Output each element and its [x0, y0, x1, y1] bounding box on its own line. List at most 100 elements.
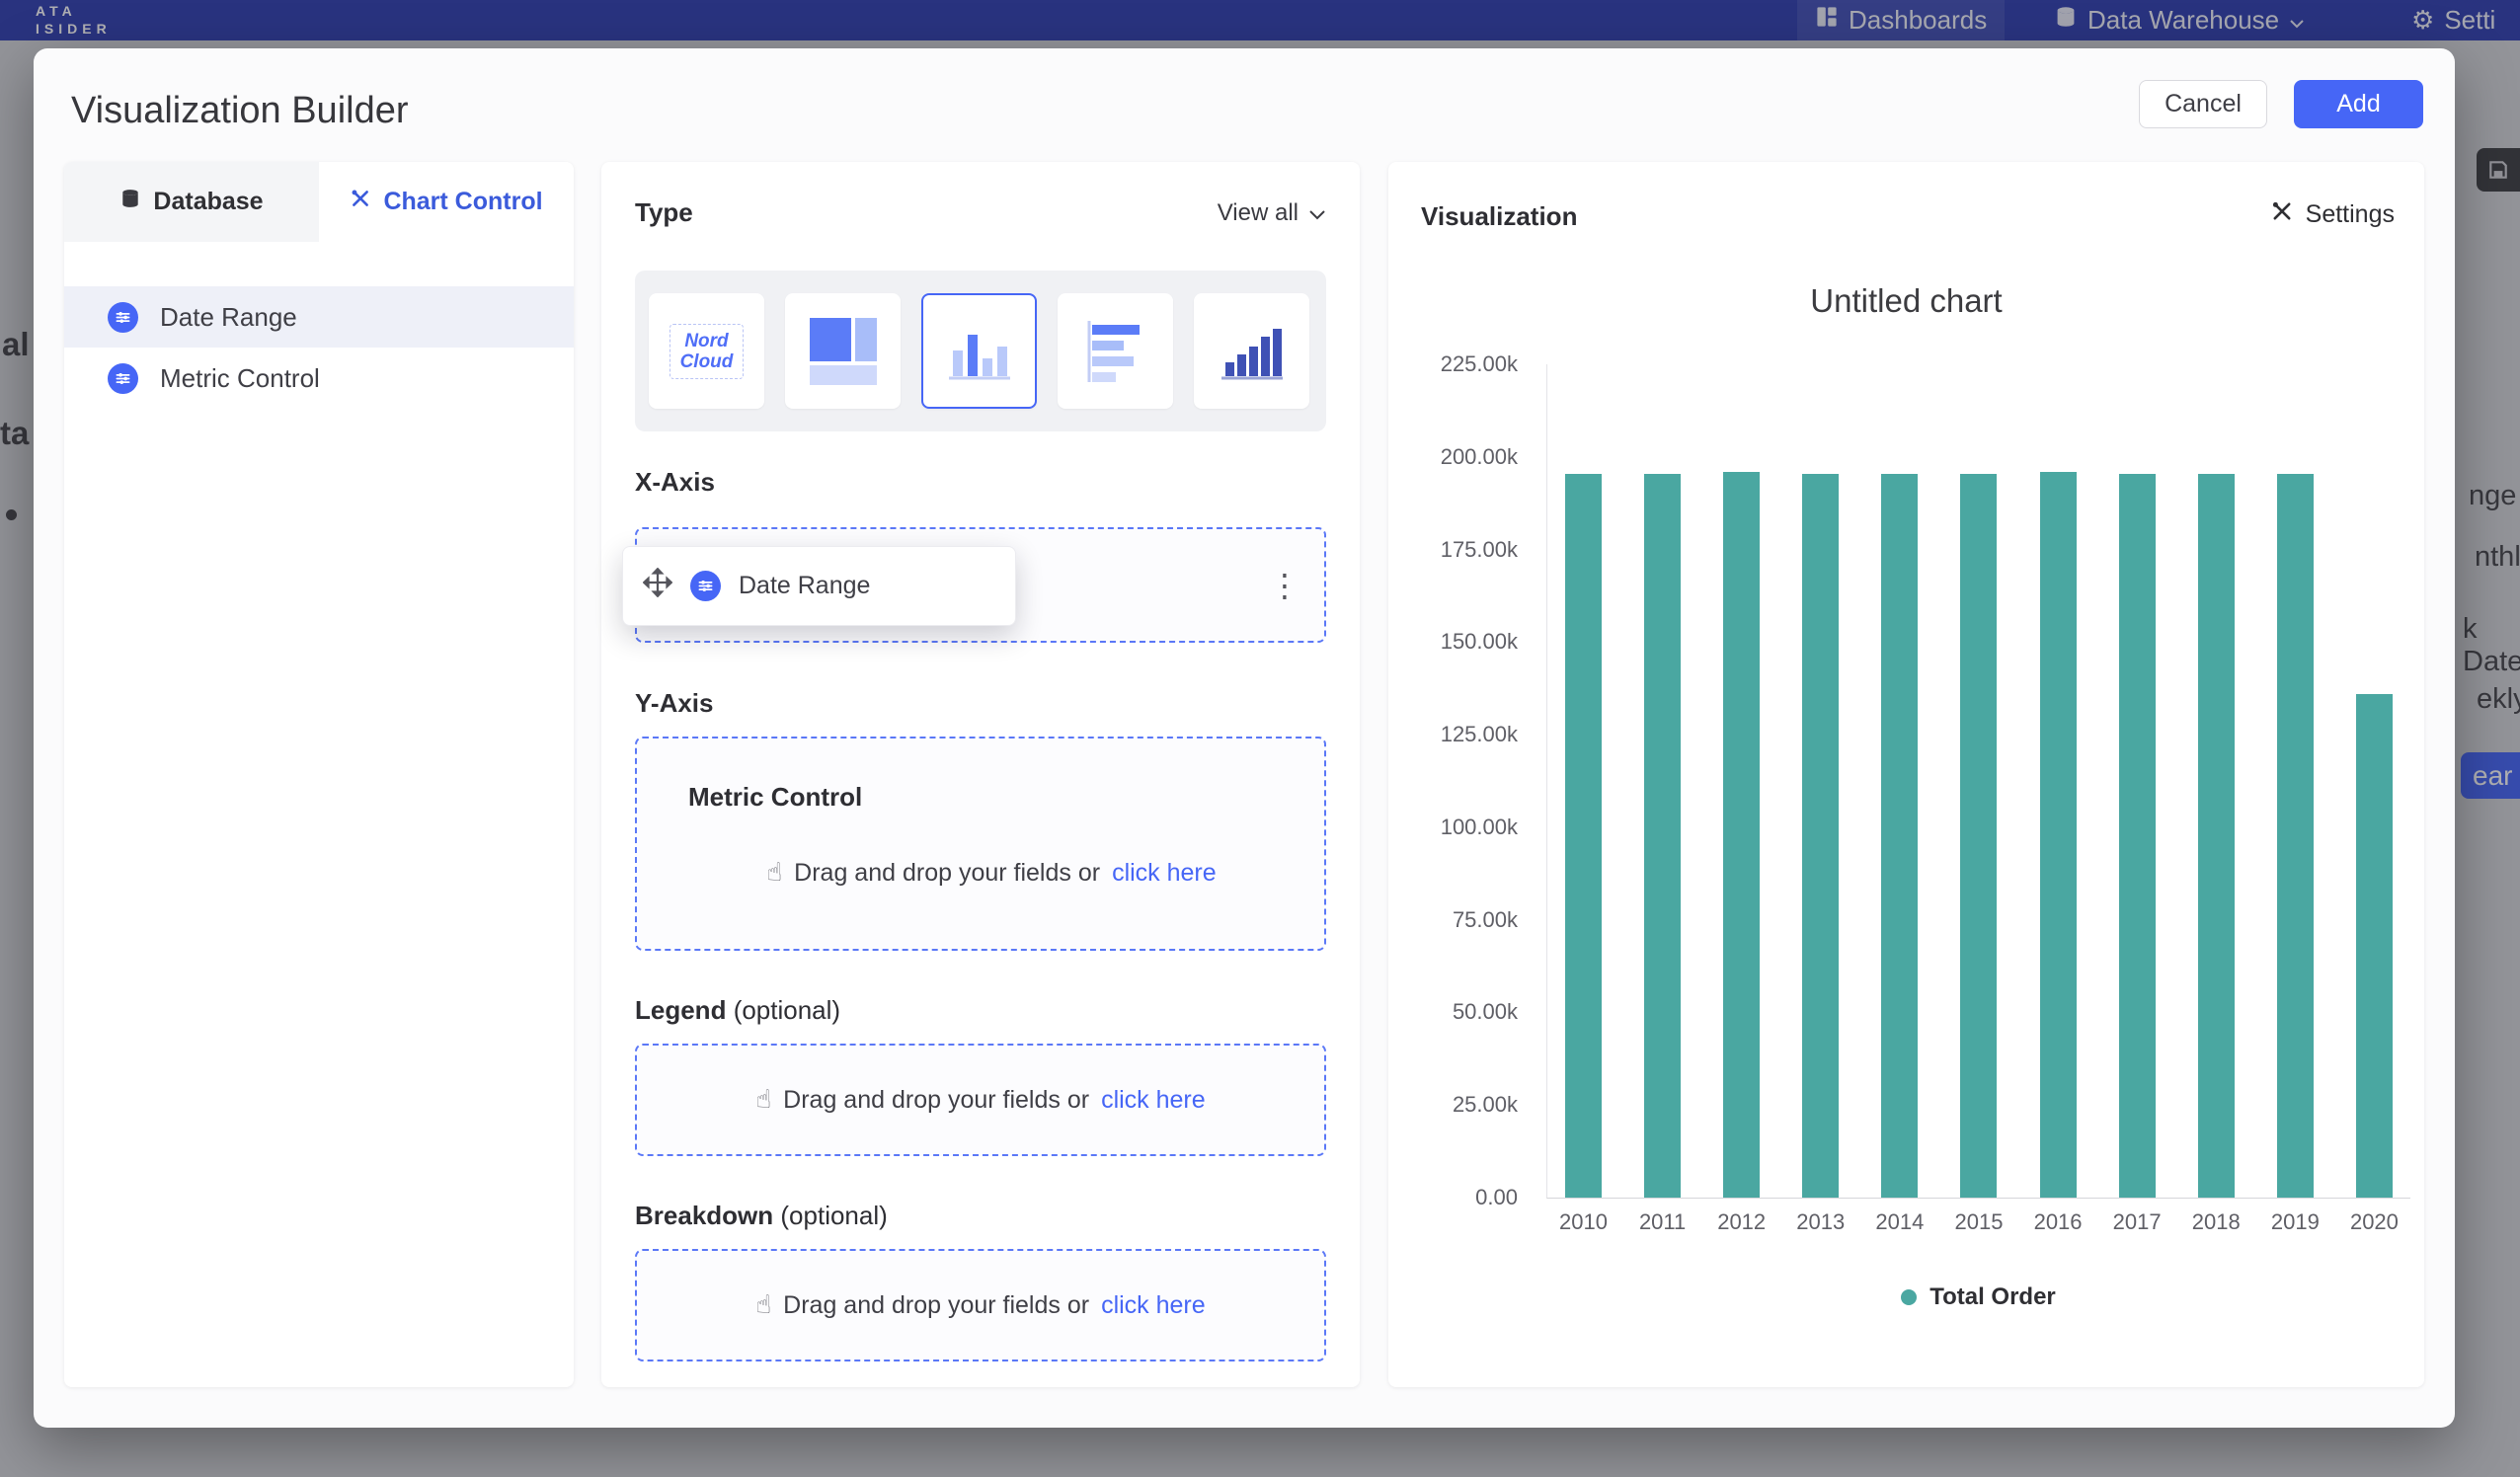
- breakdown-dropzone[interactable]: ☝ Drag and drop your fields or click her…: [635, 1249, 1326, 1361]
- dragged-field-chip[interactable]: Date Range: [622, 546, 1016, 626]
- field-metric-control[interactable]: Metric Control: [64, 348, 574, 409]
- x-tick: 2010: [1559, 1209, 1608, 1235]
- modal-actions: Cancel Add: [2139, 80, 2423, 128]
- drop-hint-text: Drag and drop your fields or: [783, 1086, 1089, 1115]
- control-icon: [108, 302, 138, 333]
- settings-label: Settings: [2306, 200, 2395, 229]
- chart-plot: 2010201120122013201420152016201720182019…: [1546, 364, 2410, 1199]
- bar-2012: 2012: [1723, 364, 1760, 1198]
- nord-cloud-logo: Nord Cloud: [669, 324, 745, 379]
- chip-label: Date Range: [739, 572, 870, 600]
- y-tick: 175.00k: [1441, 537, 1518, 563]
- x-tick: 2012: [1717, 1209, 1766, 1235]
- chart-type-bar[interactable]: [921, 293, 1037, 409]
- view-all-dropdown[interactable]: View all: [1218, 199, 1326, 227]
- y-tick: 150.00k: [1441, 629, 1518, 655]
- control-field-list: Date Range Metric Control: [64, 286, 574, 409]
- settings-button[interactable]: Settings: [2270, 199, 2395, 230]
- field-date-range[interactable]: Date Range: [64, 286, 574, 348]
- bar-2015: 2015: [1960, 364, 1997, 1198]
- visualization-panel: Visualization Settings Untitled chart 22…: [1388, 162, 2424, 1387]
- cancel-button[interactable]: Cancel: [2139, 80, 2267, 128]
- y-axis-field-label: Metric Control: [688, 782, 1295, 813]
- chart-legend: Total Order: [1546, 1283, 2410, 1311]
- chevron-down-icon: [1308, 199, 1326, 227]
- hand-icon: ☝: [755, 1085, 771, 1115]
- hand-icon: ☝: [766, 858, 782, 888]
- legend-marker: [1901, 1289, 1917, 1305]
- y-tick: 125.00k: [1441, 722, 1518, 747]
- y-tick: 0.00: [1475, 1185, 1518, 1210]
- x-tick: 2020: [2350, 1209, 2399, 1235]
- tools-icon: [2270, 199, 2294, 230]
- fields-panel: Database Chart Control Date Range Met: [64, 162, 574, 1387]
- drop-hint-text: Drag and drop your fields or: [783, 1291, 1089, 1320]
- bar-2014: 2014: [1881, 364, 1918, 1198]
- tab-chart-control-label: Chart Control: [383, 188, 542, 216]
- builder-panel: Type View all Nord Cloud: [601, 162, 1360, 1387]
- bar-2013: 2013: [1802, 364, 1839, 1198]
- chart-type-column[interactable]: [1194, 293, 1309, 409]
- y-tick: 25.00k: [1453, 1092, 1518, 1118]
- y-axis-dropzone[interactable]: Metric Control ☝ Drag and drop your fiel…: [635, 737, 1326, 951]
- chart-title: Untitled chart: [1388, 282, 2424, 320]
- visualization-header: Visualization: [1421, 201, 1577, 232]
- chart-type-treemap[interactable]: [785, 293, 901, 409]
- type-label: Type: [635, 197, 693, 228]
- y-axis-ticks: 225.00k200.00k175.00k150.00k125.00k100.0…: [1388, 364, 1518, 1198]
- x-axis-label: X-Axis: [635, 467, 1326, 498]
- y-tick: 225.00k: [1441, 351, 1518, 377]
- x-axis-dropzone[interactable]: Date Range ⋮: [635, 527, 1326, 643]
- legend-section-label: Legend (optional): [635, 995, 1326, 1026]
- y-tick: 75.00k: [1453, 907, 1518, 933]
- chart-type-selector: Nord Cloud: [635, 271, 1326, 431]
- visualization-builder-modal: Visualization Builder Cancel Add Databas…: [34, 48, 2455, 1428]
- x-tick: 2013: [1796, 1209, 1845, 1235]
- chart-type-horizontal-bar[interactable]: [1058, 293, 1173, 409]
- click-here-link[interactable]: click here: [1112, 859, 1217, 888]
- treemap-icon: [808, 316, 879, 387]
- bar-2016: 2016: [2040, 364, 2077, 1198]
- control-icon: [690, 571, 721, 601]
- bar-2020: 2020: [2356, 364, 2393, 1198]
- breakdown-section-label: Breakdown (optional): [635, 1201, 1326, 1231]
- bar-2010: 2010: [1565, 364, 1602, 1198]
- add-button[interactable]: Add: [2294, 80, 2423, 128]
- tab-database-label: Database: [153, 188, 263, 216]
- hand-icon: ☝: [755, 1290, 771, 1320]
- y-tick: 100.00k: [1441, 815, 1518, 840]
- y-axis-label: Y-Axis: [635, 688, 1326, 719]
- field-date-range-label: Date Range: [160, 302, 297, 333]
- bar-2017: 2017: [2119, 364, 2156, 1198]
- bar-2018: 2018: [2198, 364, 2235, 1198]
- y-tick: 200.00k: [1441, 444, 1518, 470]
- click-here-link[interactable]: click here: [1101, 1291, 1206, 1320]
- x-tick: 2016: [2034, 1209, 2083, 1235]
- column-chart-icon: [1218, 317, 1287, 386]
- x-tick: 2011: [1639, 1209, 1686, 1235]
- drop-hint-text: Drag and drop your fields or: [794, 859, 1100, 888]
- x-tick: 2015: [1954, 1209, 2003, 1235]
- database-icon: [119, 188, 141, 216]
- legend-dropzone[interactable]: ☝ Drag and drop your fields or click her…: [635, 1044, 1326, 1156]
- horizontal-bar-icon: [1081, 317, 1150, 386]
- click-here-link[interactable]: click here: [1101, 1086, 1206, 1115]
- legend-label: Total Order: [1929, 1283, 2056, 1311]
- modal-title: Visualization Builder: [71, 90, 409, 132]
- tab-chart-control[interactable]: Chart Control: [319, 162, 574, 242]
- bar-chart-icon: [945, 317, 1014, 386]
- x-tick: 2014: [1875, 1209, 1924, 1235]
- y-tick: 50.00k: [1453, 999, 1518, 1025]
- tab-database[interactable]: Database: [64, 162, 319, 242]
- x-tick: 2019: [2271, 1209, 2320, 1235]
- field-metric-control-label: Metric Control: [160, 363, 320, 394]
- view-all-label: View all: [1218, 199, 1299, 227]
- fields-panel-tabs: Database Chart Control: [64, 162, 574, 242]
- move-icon: [643, 568, 672, 604]
- bar-2019: 2019: [2277, 364, 2314, 1198]
- chart-type-kpi[interactable]: Nord Cloud: [649, 293, 764, 409]
- control-icon: [108, 363, 138, 394]
- tools-icon: [350, 188, 371, 216]
- kebab-menu-icon[interactable]: ⋮: [1269, 570, 1300, 601]
- x-tick: 2018: [2192, 1209, 2241, 1235]
